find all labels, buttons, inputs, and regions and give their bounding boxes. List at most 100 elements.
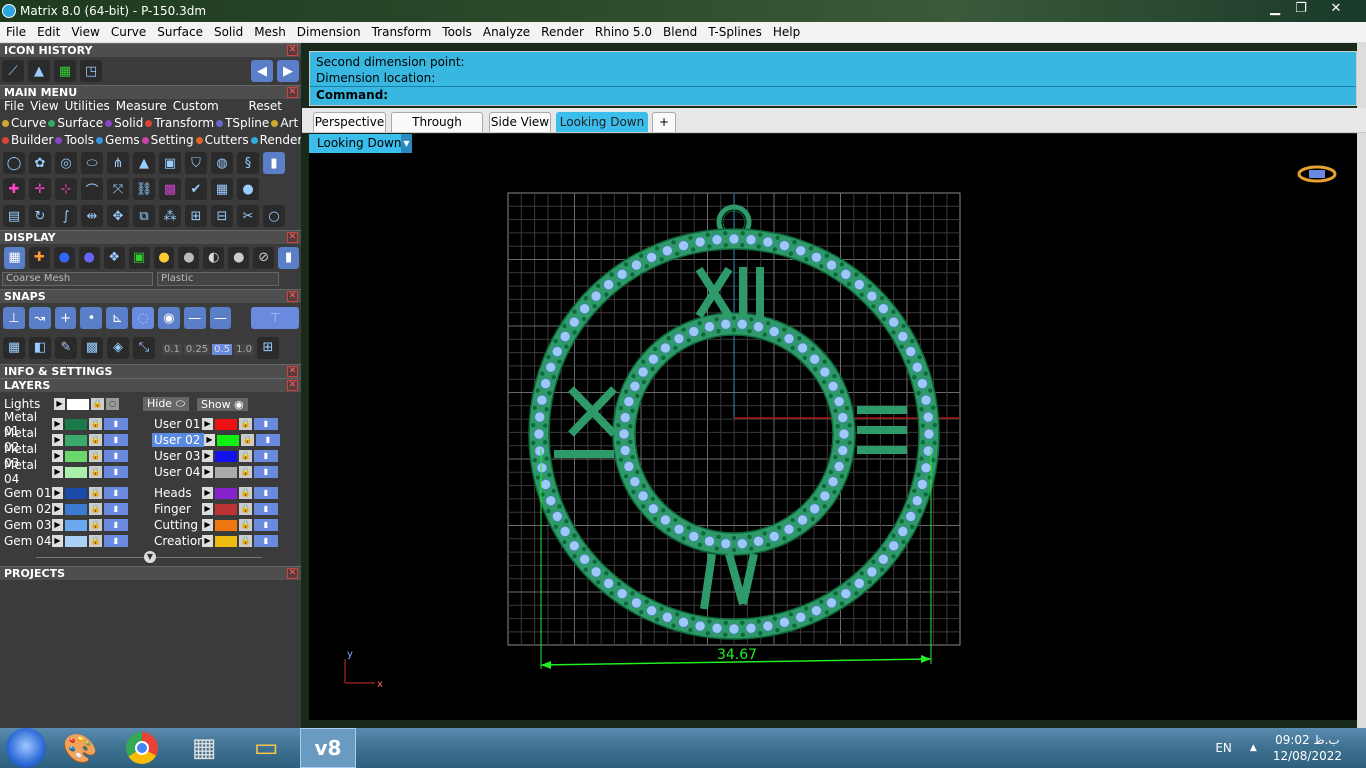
close-icon[interactable]: ✕: [287, 568, 298, 579]
snap-int-icon[interactable]: ◌: [132, 307, 154, 329]
move-icon[interactable]: ✥: [107, 205, 129, 227]
expand-icon[interactable]: ▼: [144, 551, 156, 563]
band-icon[interactable]: ◍: [211, 152, 233, 174]
cat-tools[interactable]: Tools: [55, 133, 94, 150]
menu-blend[interactable]: Blend: [657, 25, 702, 39]
menu-surface[interactable]: Surface: [151, 25, 208, 39]
layer-row[interactable]: Gem 01 ▶ 🔒 ▮: [0, 485, 150, 501]
layer-row[interactable]: Gem 04 ▶ 🔒 ▮: [0, 533, 150, 549]
gold-material-icon[interactable]: ●: [153, 246, 175, 269]
grid-snap-icon[interactable]: ▦: [3, 336, 25, 359]
flower-icon[interactable]: ✿: [29, 152, 51, 174]
language-indicator[interactable]: EN: [1215, 741, 1232, 755]
copy-icon[interactable]: ⧉: [133, 205, 155, 227]
layer-row[interactable]: User 04 ▶ 🔒 ▮: [150, 464, 295, 480]
history-back-icon[interactable]: ◀: [251, 60, 273, 82]
layer-row[interactable]: Gem 02 ▶ 🔒 ▮: [0, 501, 150, 517]
menu-mesh[interactable]: Mesh: [248, 25, 291, 39]
app-icon[interactable]: [2, 4, 16, 18]
close-icon[interactable]: ✕: [287, 45, 298, 56]
plus-icon[interactable]: ✚: [3, 178, 25, 200]
mm-view[interactable]: View: [27, 99, 61, 116]
menu-tsplines[interactable]: T-Splines: [702, 25, 767, 39]
line-plus-icon[interactable]: ⊹: [55, 178, 77, 200]
ghost-icon[interactable]: ✚: [28, 246, 50, 269]
curve-path-icon[interactable]: ∫: [55, 205, 77, 227]
cat-setting[interactable]: Setting: [141, 133, 194, 150]
gumball-icon[interactable]: ⤡: [133, 336, 155, 359]
close-icon[interactable]: ✕: [287, 232, 298, 243]
mm-custom[interactable]: Custom: [170, 99, 222, 116]
menu-tools[interactable]: Tools: [436, 25, 477, 39]
snap-mid-icon[interactable]: •: [80, 307, 103, 329]
grid-tool-icon[interactable]: ▦: [54, 60, 76, 82]
layer-row-current[interactable]: User 02 ▶ 🔒 ▮: [150, 432, 295, 448]
cut-icon[interactable]: ✂: [237, 205, 259, 227]
view-tool-icon[interactable]: ◳: [80, 60, 102, 82]
command-scrollbar[interactable]: [1357, 43, 1366, 728]
matrix-app-icon[interactable]: v8: [300, 728, 356, 768]
info-settings-header[interactable]: INFO & SETTINGS ✕: [0, 364, 301, 378]
close-icon[interactable]: ✕: [287, 380, 298, 391]
cone-tool-icon[interactable]: ▲: [28, 60, 50, 82]
snap-cen-icon[interactable]: ⊾: [106, 307, 129, 329]
cat-surface[interactable]: Surface: [48, 116, 103, 133]
menu-view[interactable]: View: [65, 25, 104, 39]
chrome-app-icon[interactable]: [114, 728, 170, 768]
cat-builder[interactable]: Builder: [2, 133, 53, 150]
menu-curve[interactable]: Curve: [105, 25, 151, 39]
lights-swatch[interactable]: [67, 398, 89, 410]
explorer-app-icon[interactable]: ▭: [238, 728, 294, 768]
start-button[interactable]: [6, 728, 46, 768]
render-blue-icon[interactable]: ●: [53, 246, 75, 269]
spray-icon[interactable]: ⁂: [159, 205, 181, 227]
plus-small-icon[interactable]: ✛: [29, 178, 51, 200]
rotate-icon[interactable]: ↻: [29, 205, 51, 227]
snap-grid-icon[interactable]: ⊞: [256, 336, 279, 359]
menu-render[interactable]: Render: [535, 25, 589, 39]
material-select[interactable]: Plastic: [157, 272, 279, 286]
menu-edit[interactable]: Edit: [31, 25, 65, 39]
snap-0-25[interactable]: 0.25: [183, 343, 211, 355]
show-button[interactable]: Show ◉: [196, 397, 248, 411]
layer-row[interactable]: Finger ▶ 🔒 ▮: [150, 501, 295, 517]
close-icon[interactable]: ✕: [287, 366, 298, 377]
cat-gems[interactable]: Gems: [96, 133, 140, 150]
hide-button[interactable]: Hide ⬭: [143, 397, 189, 411]
render-purple-icon[interactable]: ●: [78, 246, 100, 269]
tab-side-view[interactable]: Side View: [489, 112, 551, 132]
close-button[interactable]: ✕: [1314, 0, 1358, 20]
mm-measure[interactable]: Measure: [113, 99, 170, 116]
ring-icon[interactable]: ◎: [55, 152, 77, 174]
add-tab-button[interactable]: +: [652, 112, 676, 132]
minimize-button[interactable]: ▁: [1262, 0, 1288, 20]
snap-point-icon[interactable]: +: [54, 307, 77, 329]
frame-icon[interactable]: ▣: [159, 152, 181, 174]
close-icon[interactable]: ✕: [287, 87, 298, 98]
link-icon[interactable]: ⛓: [133, 178, 155, 200]
projects-header[interactable]: PROJECTS ✕: [0, 566, 301, 580]
cat-tspline[interactable]: TSpline: [216, 116, 269, 133]
cat-transform[interactable]: Transform: [145, 116, 214, 133]
cube-snap-icon[interactable]: ◧: [29, 336, 51, 359]
arrow-icon[interactable]: ▶: [54, 398, 65, 410]
ortho-icon[interactable]: ▩: [81, 336, 103, 359]
snap-perp-icon[interactable]: ◉: [157, 307, 180, 329]
layer-row[interactable]: Metal 04 ▶ 🔒 ▮: [0, 458, 150, 486]
cat-art[interactable]: Art: [271, 116, 298, 133]
close-icon[interactable]: ✕: [287, 291, 298, 302]
curve-tool-icon[interactable]: ⟋: [2, 60, 24, 82]
tab-looking-down[interactable]: Looking Down: [556, 112, 648, 132]
arc-icon[interactable]: ⌒: [81, 178, 103, 200]
snap-0-5[interactable]: 0.5: [212, 343, 233, 355]
layer-row[interactable]: Cutting ▶ 🔒 ▮: [150, 517, 295, 533]
chrome-material-icon[interactable]: ●: [228, 246, 250, 269]
sphere-icon[interactable]: ●: [237, 178, 259, 200]
mm-reset[interactable]: Reset: [245, 99, 285, 116]
head-icon[interactable]: ▲: [133, 152, 155, 174]
layers-splitter[interactable]: ▼: [0, 549, 301, 565]
tab-through-finger[interactable]: Through Finger: [391, 112, 483, 147]
pattern-icon[interactable]: ▩: [159, 178, 181, 200]
snap-near-icon[interactable]: ↝: [28, 307, 51, 329]
navigation-cube-icon[interactable]: [1297, 165, 1337, 183]
